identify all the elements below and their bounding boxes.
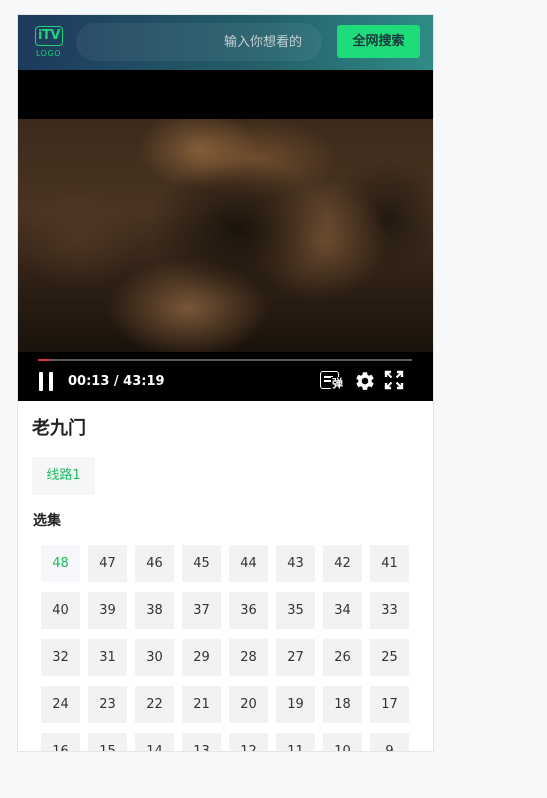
episode-button[interactable]: 21 xyxy=(182,686,221,723)
episode-button[interactable]: 48 xyxy=(41,545,80,582)
episode-button[interactable]: 31 xyxy=(88,639,127,676)
episode-button[interactable]: 22 xyxy=(135,686,174,723)
episode-button[interactable]: 15 xyxy=(88,733,127,751)
app-container: iTV LOGO 全网搜索 00:13 / 43:19 弹 xyxy=(17,14,434,752)
episode-button[interactable]: 41 xyxy=(370,545,409,582)
episode-button[interactable]: 29 xyxy=(182,639,221,676)
episode-button[interactable]: 11 xyxy=(276,733,315,751)
search-input[interactable] xyxy=(76,23,322,61)
episode-button[interactable]: 24 xyxy=(41,686,80,723)
search-box xyxy=(76,23,322,61)
episode-button[interactable]: 35 xyxy=(276,592,315,629)
episode-button[interactable]: 37 xyxy=(182,592,221,629)
site-logo[interactable]: iTV LOGO xyxy=(35,26,63,60)
logo-subtext: LOGO xyxy=(36,49,61,58)
episode-button[interactable]: 47 xyxy=(88,545,127,582)
episode-button[interactable]: 23 xyxy=(88,686,127,723)
progress-fill xyxy=(38,359,50,361)
episode-button[interactable]: 12 xyxy=(229,733,268,751)
video-frame[interactable] xyxy=(18,119,433,352)
episode-button[interactable]: 42 xyxy=(323,545,362,582)
player-controls: 00:13 / 43:19 弹 xyxy=(18,352,433,401)
episode-button[interactable]: 44 xyxy=(229,545,268,582)
episode-button[interactable]: 40 xyxy=(41,592,80,629)
episode-button[interactable]: 39 xyxy=(88,592,127,629)
episode-button[interactable]: 14 xyxy=(135,733,174,751)
show-title: 老九门 xyxy=(32,418,86,439)
episode-button[interactable]: 17 xyxy=(370,686,409,723)
content-panel: 老九门 线路1 选集 48 47 46 45 44 43 42 41 40 39 38 37 36 35 3… xyxy=(18,401,433,751)
danmu-icon[interactable]: 弹 xyxy=(320,370,343,392)
episode-button[interactable]: 13 xyxy=(182,733,221,751)
episode-button[interactable]: 32 xyxy=(41,639,80,676)
episode-button[interactable]: 16 xyxy=(41,733,80,751)
time-display: 00:13 / 43:19 xyxy=(68,374,165,389)
episode-button[interactable]: 30 xyxy=(135,639,174,676)
episode-button[interactable]: 25 xyxy=(370,639,409,676)
episode-button[interactable]: 9 xyxy=(370,733,409,751)
episode-button[interactable]: 46 xyxy=(135,545,174,582)
episode-button[interactable]: 19 xyxy=(276,686,315,723)
episode-button[interactable]: 36 xyxy=(229,592,268,629)
fullscreen-icon[interactable] xyxy=(384,370,406,392)
header: iTV LOGO 全网搜索 xyxy=(18,15,433,70)
danmu-label: 弹 xyxy=(331,377,343,391)
episodes-label: 选集 xyxy=(33,513,61,529)
episode-button[interactable]: 43 xyxy=(276,545,315,582)
logo-tv-mark: iTV xyxy=(35,26,63,46)
search-button[interactable]: 全网搜索 xyxy=(337,25,420,58)
pause-icon[interactable] xyxy=(39,372,55,391)
episode-button[interactable]: 33 xyxy=(370,592,409,629)
route-button[interactable]: 线路1 xyxy=(32,457,95,495)
episode-button[interactable]: 34 xyxy=(323,592,362,629)
episode-button[interactable]: 18 xyxy=(323,686,362,723)
episode-button[interactable]: 10 xyxy=(323,733,362,751)
episode-button[interactable]: 27 xyxy=(276,639,315,676)
video-player[interactable]: 00:13 / 43:19 弹 xyxy=(18,70,433,401)
progress-bar[interactable] xyxy=(38,359,412,361)
episode-button[interactable]: 38 xyxy=(135,592,174,629)
gear-icon[interactable] xyxy=(354,370,376,392)
episode-button[interactable]: 20 xyxy=(229,686,268,723)
episode-button[interactable]: 26 xyxy=(323,639,362,676)
episode-button[interactable]: 45 xyxy=(182,545,221,582)
episode-button[interactable]: 28 xyxy=(229,639,268,676)
